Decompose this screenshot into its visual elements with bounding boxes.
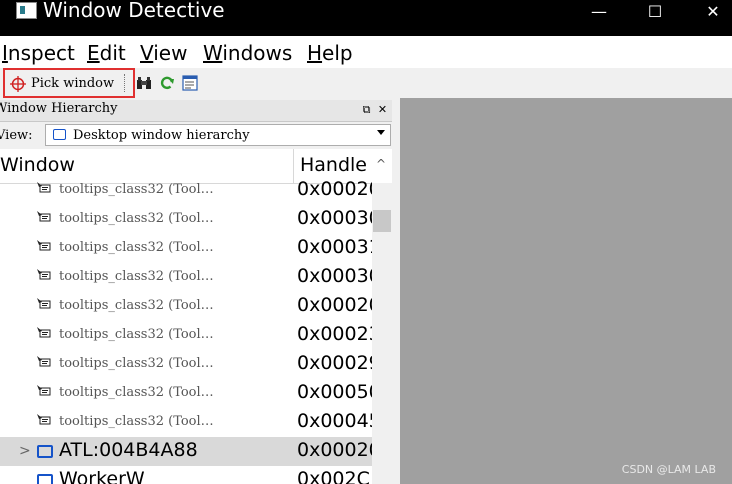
- view-row: View: Desktop window hierarchy: [0, 123, 392, 148]
- menu-windows-rest: indows: [222, 41, 293, 65]
- row-window-name: ATL:004B4A88: [59, 439, 198, 461]
- close-button[interactable]: ✕: [690, 0, 732, 22]
- hierarchy-title: Window Hierarchy: [0, 101, 118, 116]
- row-handle: 0x000201: [297, 178, 372, 200]
- panel-splitter[interactable]: [393, 98, 400, 484]
- tree-row[interactable]: tooltips_class32 (Tool… 0x00030: [0, 263, 372, 292]
- view-select-value: Desktop window hierarchy: [73, 128, 250, 143]
- binoculars-icon[interactable]: [136, 75, 152, 91]
- menu-inspect-rest: nspect: [7, 41, 75, 65]
- tree-row[interactable]: tooltips_class32 (Tool… 0x00050: [0, 379, 372, 408]
- row-handle: 0x00030: [297, 265, 372, 287]
- column-window[interactable]: Window: [0, 154, 75, 176]
- tooltip-window-icon: [37, 414, 51, 425]
- window-icon: [37, 445, 53, 458]
- menu-bar: Inspect Edit View Windows Help: [0, 36, 732, 68]
- row-window-name: tooltips_class32 (Tool…: [59, 356, 214, 371]
- expand-chevron-icon[interactable]: >: [19, 443, 31, 459]
- tree-row[interactable]: tooltips_class32 (Tool… 0x00020: [0, 292, 372, 321]
- mdi-workspace: CSDN @LAM LAB: [400, 98, 732, 484]
- refresh-icon[interactable]: [159, 75, 175, 91]
- menu-view-mnemonic: V: [140, 41, 154, 65]
- tree-row[interactable]: WorkerW 0x002C: [0, 466, 372, 484]
- row-handle: 0x00020: [297, 439, 372, 461]
- row-handle: 0x00029: [297, 352, 372, 374]
- tree-row[interactable]: tooltips_class32 (Tool… 0x000201: [0, 176, 372, 205]
- scroll-thumb[interactable]: [373, 210, 391, 232]
- row-handle: 0x00023: [297, 323, 372, 345]
- row-window-name: tooltips_class32 (Tool…: [59, 182, 214, 197]
- app-icon: [16, 2, 37, 19]
- tree-row[interactable]: tooltips_class32 (Tool… 0x00031: [0, 234, 372, 263]
- watermark: CSDN @LAM LAB: [621, 463, 716, 476]
- sort-up-icon: ^: [376, 157, 387, 171]
- tree-row[interactable]: tooltips_class32 (Tool… 0x00045: [0, 408, 372, 437]
- tree-row[interactable]: tooltips_class32 (Tool… 0x00029: [0, 350, 372, 379]
- row-window-name: tooltips_class32 (Tool…: [59, 385, 214, 400]
- crosshair-icon: [10, 76, 26, 92]
- tooltip-window-icon: [37, 327, 51, 338]
- close-dock-icon[interactable]: ✕: [376, 103, 389, 116]
- tooltip-window-icon: [37, 240, 51, 251]
- window-title: Window Detective: [43, 0, 225, 22]
- pick-window-button[interactable]: Pick window: [3, 68, 135, 98]
- title-bar: Window Detective — ☐ ✕: [0, 0, 732, 36]
- tooltip-window-icon: [37, 356, 51, 367]
- menu-view-rest: iew: [153, 41, 188, 65]
- menu-help-rest: elp: [322, 41, 353, 65]
- menu-edit[interactable]: Edit: [87, 41, 126, 65]
- row-handle: 0x00050: [297, 381, 372, 403]
- menu-help[interactable]: Help: [307, 41, 353, 65]
- row-window-name: tooltips_class32 (Tool…: [59, 327, 214, 342]
- toolbar: Pick window: [0, 68, 732, 98]
- row-handle: 0x002C: [297, 468, 370, 484]
- tree-scrollbar[interactable]: [372, 183, 392, 484]
- row-window-name: WorkerW: [59, 468, 145, 484]
- tooltip-window-icon: [37, 182, 51, 193]
- menu-edit-rest: dit: [99, 41, 126, 65]
- tree-row[interactable]: tooltips_class32 (Tool… 0x00030: [0, 205, 372, 234]
- view-label: View:: [0, 128, 33, 143]
- tooltip-window-icon: [37, 298, 51, 309]
- menu-windows-mnemonic: W: [203, 41, 223, 65]
- row-handle: 0x00045: [297, 410, 372, 432]
- tree-row[interactable]: > ATL:004B4A88 0x00020: [0, 437, 372, 466]
- column-handle[interactable]: Handle: [300, 154, 367, 176]
- menu-edit-mnemonic: E: [87, 41, 100, 65]
- row-window-name: tooltips_class32 (Tool…: [59, 414, 214, 429]
- minimize-button[interactable]: —: [576, 0, 622, 22]
- menu-help-mnemonic: H: [307, 41, 323, 65]
- tooltip-window-icon: [37, 269, 51, 280]
- row-window-name: tooltips_class32 (Tool…: [59, 269, 214, 284]
- tooltip-window-icon: [37, 211, 51, 222]
- menu-inspect[interactable]: Inspect: [2, 41, 75, 65]
- hierarchy-dock-title: Window Hierarchy ⧉ ✕: [0, 100, 392, 122]
- menu-view[interactable]: View: [140, 41, 187, 65]
- window-tree[interactable]: Window Handle ^ tooltips_class32 (Tool… 0…: [0, 149, 392, 484]
- row-window-name: tooltips_class32 (Tool…: [59, 298, 214, 313]
- menu-windows[interactable]: Windows: [203, 41, 292, 65]
- row-handle: 0x00031: [297, 236, 372, 258]
- row-window-name: tooltips_class32 (Tool…: [59, 240, 214, 255]
- properties-icon[interactable]: [182, 75, 198, 91]
- window-icon: [37, 474, 53, 484]
- row-window-name: tooltips_class32 (Tool…: [59, 211, 214, 226]
- row-handle: 0x00020: [297, 294, 372, 316]
- tree-row[interactable]: tooltips_class32 (Tool… 0x00023: [0, 321, 372, 350]
- maximize-button[interactable]: ☐: [632, 0, 678, 22]
- row-handle: 0x00030: [297, 207, 372, 229]
- pick-window-label: Pick window: [31, 76, 115, 91]
- toolbar-separator: [124, 74, 127, 92]
- tooltip-window-icon: [37, 385, 51, 396]
- chevron-down-icon: [377, 130, 385, 135]
- float-dock-icon[interactable]: ⧉: [360, 103, 373, 116]
- desktop-icon: [53, 129, 66, 140]
- view-select[interactable]: Desktop window hierarchy: [45, 124, 391, 146]
